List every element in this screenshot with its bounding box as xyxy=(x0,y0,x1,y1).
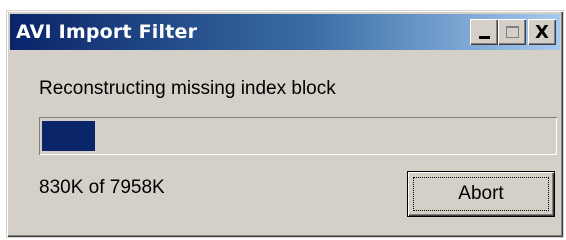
close-button[interactable]: X xyxy=(528,19,556,45)
title-bar[interactable]: AVI Import Filter X xyxy=(10,14,560,50)
minimize-button[interactable] xyxy=(470,19,498,45)
maximize-button xyxy=(498,19,526,45)
abort-button[interactable]: Abort xyxy=(407,171,555,217)
caption-buttons: X xyxy=(470,19,556,45)
close-icon: X xyxy=(535,21,549,43)
focus-ring xyxy=(413,177,549,211)
avi-import-filter-dialog: AVI Import Filter X Reconstructing missi… xyxy=(6,10,564,238)
maximize-icon xyxy=(505,26,519,38)
progress-bar-fill xyxy=(42,121,95,151)
progress-readout: 830K of 7958K xyxy=(39,177,165,198)
progress-bar xyxy=(39,117,557,155)
status-message: Reconstructing missing index block xyxy=(39,78,336,99)
minimize-icon xyxy=(478,35,490,39)
window-title: AVI Import Filter xyxy=(16,21,198,43)
